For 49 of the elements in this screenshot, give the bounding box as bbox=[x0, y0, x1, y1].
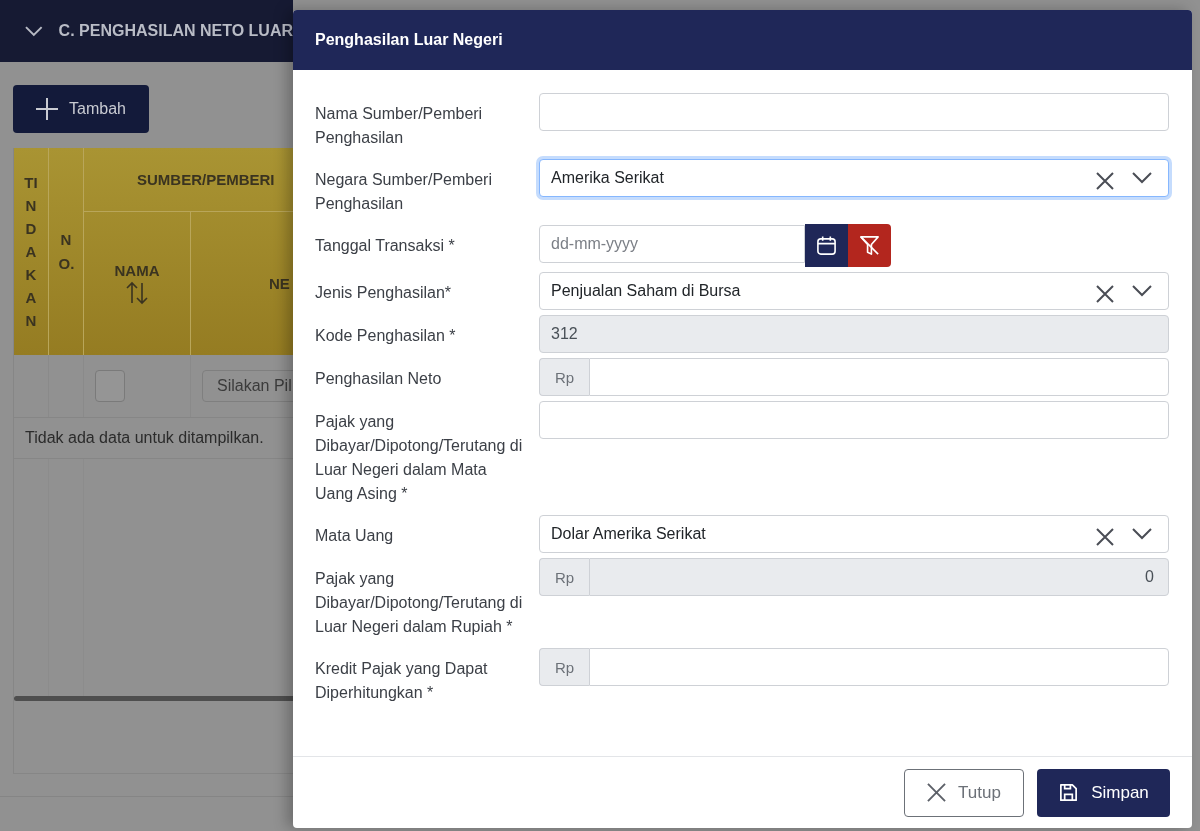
field-label: Nama Sumber/Pemberi Penghasilan bbox=[315, 104, 484, 148]
select-field[interactable]: Dolar Amerika Serikat bbox=[539, 515, 1169, 553]
select-value: Dolar Amerika Serikat bbox=[551, 525, 707, 543]
sort-icon[interactable] bbox=[126, 281, 148, 305]
dialog-title: Penghasilan Luar Negeri bbox=[315, 31, 503, 49]
field-label: Negara Sumber/Pemberi Penghasilan bbox=[315, 170, 493, 214]
currency-prefix: Rp bbox=[539, 558, 589, 596]
section-header[interactable]: C. PENGHASILAN NETO LUAR bbox=[0, 0, 293, 62]
plus-icon bbox=[35, 97, 59, 121]
field-label: Penghasilan Neto bbox=[315, 369, 443, 389]
field-label: Mata Uang bbox=[315, 526, 395, 546]
currency-prefix: Rp bbox=[539, 358, 589, 396]
currency-prefix: Rp bbox=[539, 648, 589, 686]
select-field[interactable]: Amerika Serikat bbox=[539, 159, 1169, 197]
clear-icon[interactable] bbox=[1096, 172, 1114, 190]
column-header[interactable]: NAMA bbox=[84, 212, 191, 355]
add-button[interactable]: Tambah bbox=[13, 85, 149, 133]
column-title: NAMA bbox=[114, 262, 160, 279]
column-header: TINDAKAN bbox=[14, 148, 49, 355]
checkbox[interactable] bbox=[95, 370, 125, 402]
field-label: Jenis Penghasilan* bbox=[315, 283, 453, 303]
clear-icon[interactable] bbox=[1096, 528, 1114, 546]
field-label: Kode Penghasilan * bbox=[315, 326, 457, 346]
clear-filter-button[interactable] bbox=[848, 224, 891, 267]
input-field[interactable] bbox=[539, 401, 1169, 439]
chevron-icon[interactable] bbox=[1132, 172, 1152, 184]
calendar-icon bbox=[816, 235, 837, 256]
chevron-icon[interactable] bbox=[1132, 285, 1152, 297]
field-label: Tanggal Transaksi * bbox=[315, 236, 456, 256]
field-label: Pajak yang Dibayar/Dipotong/Terutang di Luar Negeri dalam Mata Uang Asing * bbox=[315, 412, 524, 504]
amount-field[interactable] bbox=[589, 358, 1169, 396]
save-icon bbox=[1058, 782, 1080, 803]
field-label: Pajak yang Dibayar/Dipotong/Terutang di Luar Negeri dalam Rupiah * bbox=[315, 569, 524, 637]
chevron-icon[interactable] bbox=[1132, 528, 1152, 540]
calendar-button[interactable] bbox=[805, 224, 848, 267]
section-title: C. PENGHASILAN NETO LUAR bbox=[58, 22, 293, 40]
date-field[interactable]: dd-mm-yyyy bbox=[539, 225, 805, 263]
clear-icon[interactable] bbox=[1096, 285, 1114, 303]
input-field[interactable] bbox=[539, 93, 1169, 131]
close-button[interactable]: Tutup bbox=[904, 768, 1024, 817]
column-header: NO. bbox=[49, 148, 84, 355]
close-icon bbox=[927, 783, 947, 802]
filter-off-icon bbox=[858, 234, 881, 257]
select-field[interactable]: Penjualan Saham di Bursa bbox=[539, 272, 1169, 310]
select-value: Amerika Serikat bbox=[551, 169, 665, 187]
save-button[interactable]: Simpan bbox=[1037, 768, 1170, 817]
field-label: Kredit Pajak yang Dapat Diperhitungkan * bbox=[315, 659, 489, 703]
amount-field[interactable] bbox=[589, 648, 1169, 686]
select-value: Penjualan Saham di Bursa bbox=[551, 282, 742, 300]
